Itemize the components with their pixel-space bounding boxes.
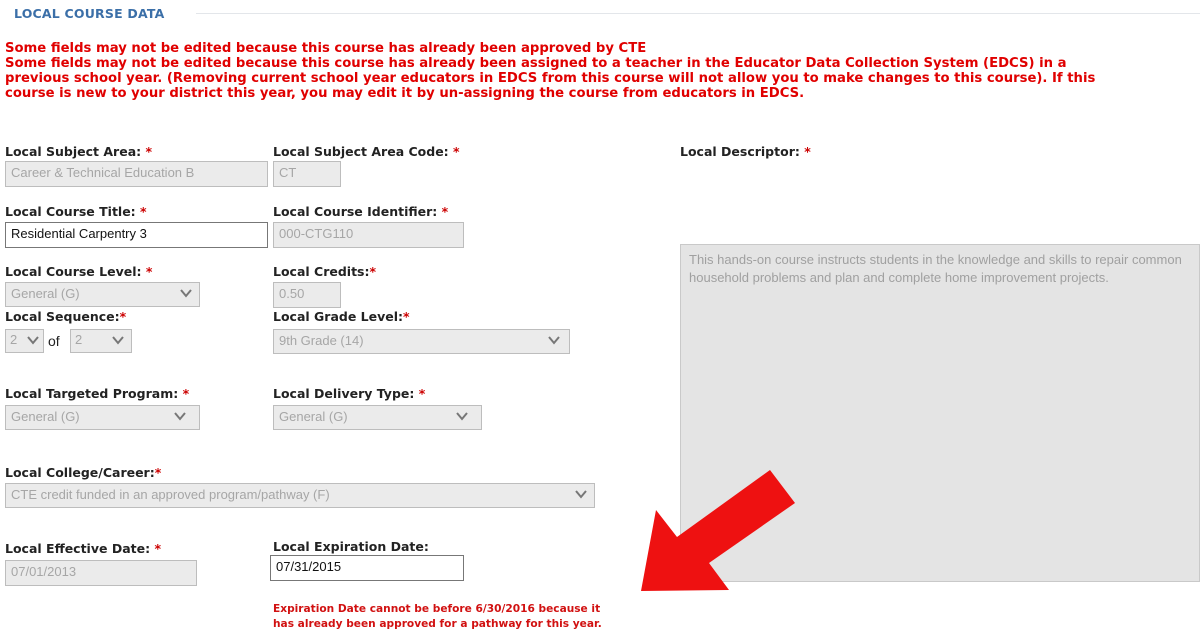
chevron-down-icon [179,286,193,300]
college-career-select: CTE credit funded in an approved program… [5,483,595,508]
subject-area-code-label: Local Subject Area Code: * [273,144,460,159]
sequence-of-label: of [48,333,60,349]
delivery-type-value: General (G) [279,409,348,424]
chevron-down-icon [547,333,561,347]
delivery-type-label: Local Delivery Type: * [273,386,426,401]
chevron-down-icon [455,409,469,423]
grade-level-select: 9th Grade (14) [273,329,570,354]
effective-date-label: Local Effective Date: * [5,541,161,556]
college-career-label: Local College/Career:* [5,465,162,480]
course-level-label: Local Course Level: * [5,264,153,279]
subject-area-label: Local Subject Area: * [5,144,153,159]
subject-area-field: Career & Technical Education B [5,161,268,187]
delivery-type-select: General (G) [273,405,482,430]
warning-line: Some fields may not be edited because th… [5,41,647,56]
section-divider [196,13,1200,14]
targeted-program-select: General (G) [5,405,200,430]
college-career-value: CTE credit funded in an approved program… [11,487,330,502]
sequence-value: 2 [10,332,18,347]
warning-messages: Some fields may not be edited because th… [5,41,1200,101]
section-title: LOCAL COURSE DATA [14,6,165,21]
warning-line: Some fields may not be edited because th… [5,56,1067,71]
course-level-select: General (G) [5,282,200,307]
course-title-input[interactable]: Residential Carpentry 3 [5,222,268,248]
chevron-down-icon [574,487,588,501]
targeted-program-label: Local Targeted Program: * [5,386,190,401]
warning-line: previous school year. (Removing current … [5,71,1096,86]
sequence-select: 2 [5,329,44,353]
sequence-label: Local Sequence:* [5,309,127,324]
targeted-program-value: General (G) [11,409,80,424]
grade-level-label: Local Grade Level:* [273,309,410,324]
subject-area-code-field: CT [273,161,341,187]
chevron-down-icon [26,333,40,347]
course-identifier-field: 000-CTG110 [273,222,464,248]
expiration-date-label: Local Expiration Date: [273,539,429,554]
warning-line: course is new to your district this year… [5,86,805,101]
grade-level-value: 9th Grade (14) [279,333,364,348]
red-arrow-annotation [641,470,795,591]
descriptor-label: Local Descriptor: * [680,144,811,159]
effective-date-field: 07/01/2013 [5,560,197,586]
chevron-down-icon [173,409,187,423]
sequence-total-select: 2 [70,329,132,353]
course-identifier-label: Local Course Identifier: * [273,204,449,219]
red-arrow-shape [641,470,795,591]
credits-field: 0.50 [273,282,341,308]
expiration-date-input[interactable]: 07/31/2015 [270,555,464,581]
credits-label: Local Credits:* [273,264,377,279]
chevron-down-icon [111,333,125,347]
sequence-total-value: 2 [75,332,83,347]
course-level-value: General (G) [11,286,80,301]
course-title-label: Local Course Title: * [5,204,147,219]
